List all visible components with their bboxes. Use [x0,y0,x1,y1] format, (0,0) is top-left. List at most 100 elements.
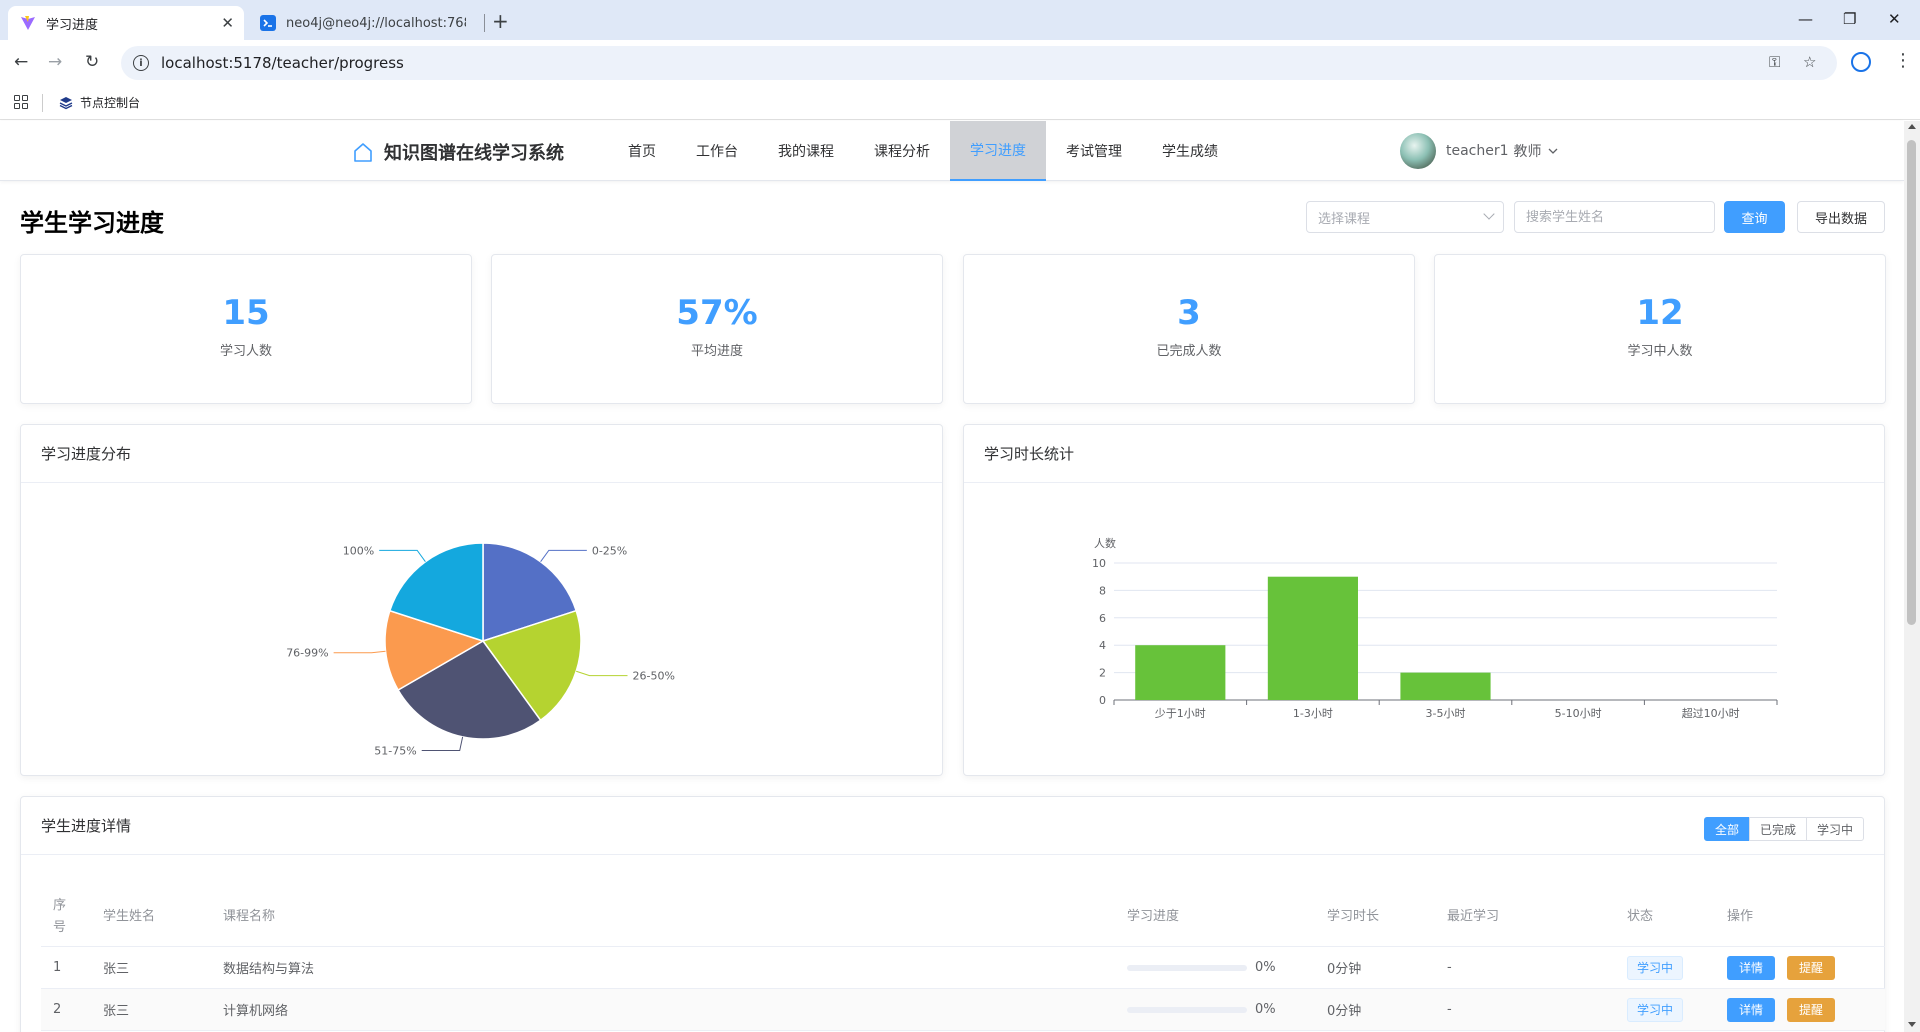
filter-in-progress[interactable]: 学习中 [1805,817,1864,841]
bookmark-star-icon[interactable]: ☆ [1803,53,1816,71]
close-icon[interactable]: ✕ [221,14,234,32]
chevron-down-icon [1483,208,1495,220]
cell-course-name: 数据结构与算法 [223,962,315,977]
app-logo[interactable]: 知识图谱在线学习系统 [352,139,564,165]
header-actions: 操作 [1727,908,1754,924]
status-badge: 学习中 [1627,955,1684,980]
site-info-icon[interactable]: i [133,55,149,71]
cell-student-name: 张三 [103,962,130,977]
pie-label-line [421,736,464,752]
apps-grid-icon[interactable] [14,95,28,109]
header-progress: 学习进度 [1127,908,1180,924]
cell-progress: 0% [1127,947,1276,988]
bookmark-node-console[interactable]: 节点控制台 [58,94,140,111]
query-button[interactable]: 查询 [1724,201,1785,233]
reload-icon[interactable]: ↻ [85,52,99,72]
filter-completed[interactable]: 已完成 [1748,817,1807,841]
browser-tab-bar: 学习进度 ✕ neo4j@neo4j://localhost:768 + — ❐… [0,0,1920,40]
stat-card-completed: 3 已完成人数 [963,254,1415,404]
tab-title: 学习进度 [46,17,99,33]
header-student-name: 学生姓名 [103,908,156,924]
browser-menu-icon[interactable]: ⋮ [1894,50,1912,71]
restore-icon[interactable]: ❐ [1843,10,1856,28]
y-tick-label: 10 [1092,557,1106,570]
cell-index: 1 [53,960,62,975]
progress-pie-chart: 0-25% 26-50% 51-75% 76-99% 100% [286,542,675,758]
cell-duration: 0分钟 [1327,1004,1362,1019]
user-dropdown[interactable]: teacher1 教师 [1400,133,1559,169]
scroll-down-arrow[interactable] [1908,1022,1916,1027]
header-status: 状态 [1627,908,1654,924]
menu-item-my-courses[interactable]: 我的课程 [758,121,854,181]
profile-icon[interactable] [1851,52,1871,72]
stat-label: 平均进度 [690,344,743,360]
menu-item-home[interactable]: 首页 [608,121,676,181]
pie-label: 26-50% [633,670,675,683]
student-search-input[interactable] [1514,201,1715,233]
cell-status: 学习中 [1627,947,1684,988]
menu-item-learning-progress[interactable]: 学习进度 [950,121,1046,181]
pie-label-line [379,549,426,563]
minimize-icon[interactable]: — [1798,10,1813,28]
export-button[interactable]: 导出数据 [1797,201,1885,233]
bookmark-separator [42,94,43,112]
scrollbar-thumb[interactable] [1907,140,1916,625]
header-last-study: 最近学习 [1447,908,1500,924]
scroll-up-arrow[interactable] [1908,124,1916,129]
tab-title: neo4j@neo4j://localhost:768 [286,15,466,31]
y-tick-label: 8 [1099,584,1106,597]
stat-value: 57% [676,293,758,333]
back-icon[interactable]: ← [14,52,28,72]
stat-value: 12 [1636,293,1684,333]
browser-tab-progress[interactable]: 学习进度 ✕ [8,6,244,40]
user-name: teacher1 [1446,143,1509,159]
user-role: 教师 [1513,144,1542,160]
cell-status: 学习中 [1627,989,1684,1030]
y-tick-label: 4 [1099,639,1106,652]
bookmarks-bar: 节点控制台 [0,86,1920,120]
menu-item-exam-management[interactable]: 考试管理 [1046,121,1142,181]
stat-card-learners: 15 学习人数 [20,254,472,404]
tab-separator [484,14,485,32]
bar[interactable] [1135,645,1226,700]
progress-detail-card: 学生进度详情 全部 已完成 学习中 序号 学生姓名 课程名称 学习进度 学习时长… [20,796,1885,1032]
pie-label: 51-75% [374,745,416,758]
pie-label: 76-99% [286,647,328,660]
forward-icon[interactable]: → [48,52,62,72]
app-header: 知识图谱在线学习系统 首页 工作台 我的课程 课程分析 学习进度 考试管理 学生… [0,121,1904,181]
pie-label: 0-25% [592,544,627,557]
omnibox[interactable]: i localhost:5178/teacher/progress ⚿ ☆ [121,46,1837,80]
x-tick-label: 超过10小时 [1682,706,1740,720]
cell-student-name: 张三 [103,1004,130,1019]
url-text: localhost:5178/teacher/progress [161,54,404,72]
pie-label-line [333,650,386,654]
status-filter-group: 全部 已完成 学习中 [1703,817,1864,841]
stat-card-average-progress: 57% 平均进度 [491,254,943,404]
bookmark-label: 节点控制台 [80,96,141,110]
menu-item-workbench[interactable]: 工作台 [676,121,758,181]
detail-button[interactable]: 详情 [1727,955,1776,980]
course-select[interactable]: 选择课程 [1306,201,1504,233]
menu-item-course-analysis[interactable]: 课程分析 [854,121,950,181]
stat-card-in-progress: 12 学习中人数 [1434,254,1886,404]
cell-progress: 0% [1127,989,1276,1030]
new-tab-icon[interactable]: + [492,9,509,33]
detail-button[interactable]: 详情 [1727,997,1776,1022]
stat-value: 15 [222,293,270,333]
remind-button[interactable]: 提醒 [1787,997,1836,1022]
cell-last-study: - [1447,1002,1452,1017]
menu-item-student-grades[interactable]: 学生成绩 [1142,121,1238,181]
y-axis-label: 人数 [1094,537,1116,550]
cell-course-name: 计算机网络 [223,1004,289,1019]
filter-all[interactable]: 全部 [1703,817,1750,841]
bar[interactable] [1400,672,1491,700]
layers-icon [59,96,73,109]
header-duration: 学习时长 [1327,908,1380,924]
remind-button[interactable]: 提醒 [1787,955,1836,980]
window-close-icon[interactable]: ✕ [1888,10,1901,28]
progress-text: 0% [1255,960,1276,975]
bar[interactable] [1267,576,1358,700]
stat-value: 3 [1177,293,1201,333]
password-key-icon[interactable]: ⚿ [1769,53,1780,71]
browser-tab-neo4j[interactable]: neo4j@neo4j://localhost:768 [248,6,478,40]
